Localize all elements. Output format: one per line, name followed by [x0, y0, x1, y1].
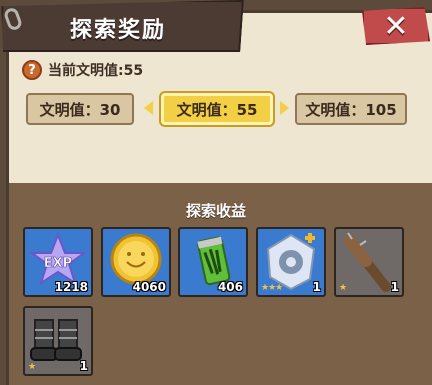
reward-count: 1 — [312, 280, 321, 294]
svg-text:EXP: EXP — [44, 256, 72, 271]
reward-count: 4060 — [132, 280, 166, 294]
reward-slot-coin[interactable]: 4060 — [101, 227, 171, 297]
arrow-right-icon[interactable] — [280, 101, 289, 115]
rewards-title: 探索收益 — [185, 202, 246, 220]
star-rating: ★ — [339, 283, 347, 293]
reward-count: 1 — [390, 280, 399, 294]
tier-105[interactable]: 文明值：105 — [295, 93, 407, 125]
reward-slot-boots[interactable]: ★ 1 — [23, 306, 93, 376]
window-title: 探索奖励 — [70, 18, 167, 43]
reward-slot-nail-bat[interactable]: ★ 1 — [334, 227, 404, 297]
current-civilization-label: 当前文明值:55 — [48, 63, 144, 79]
star-rating: ★ — [28, 362, 36, 372]
reward-slot-energy-drink[interactable]: 406 — [178, 227, 248, 297]
close-icon: ✕ — [383, 8, 409, 44]
current-civilization: ? 当前文明值:55 — [22, 60, 143, 80]
question-icon[interactable]: ? — [22, 60, 42, 80]
star-rating: ★★★ — [261, 283, 283, 293]
reward-count: 406 — [217, 280, 243, 294]
close-button[interactable]: ✕ — [362, 7, 430, 45]
tier-30[interactable]: 文明值：30 — [26, 93, 134, 125]
reward-count: 1 — [79, 359, 88, 373]
reward-count: 1218 — [54, 280, 88, 294]
tier-55[interactable]: 文明值：55 — [161, 93, 273, 125]
reward-slot-gear-token[interactable]: ★★★ 1 — [256, 227, 326, 297]
tier-selector: 文明值：30 文明值：55 文明值：105 — [0, 93, 432, 133]
reward-slot-exp[interactable]: EXP 1218 — [23, 227, 93, 297]
arrow-left-icon[interactable] — [144, 101, 153, 115]
